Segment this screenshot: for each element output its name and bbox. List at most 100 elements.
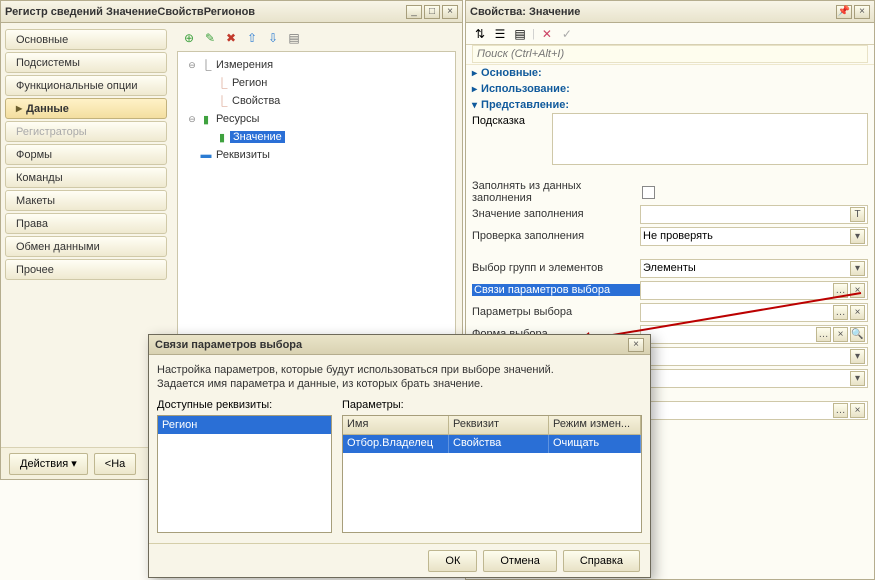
dialog-footer: ОК Отмена Справка xyxy=(149,543,650,577)
dropdown-icon[interactable]: ▾ xyxy=(850,229,865,244)
dots-button[interactable]: … xyxy=(816,327,831,342)
col-name[interactable]: Имя xyxy=(343,416,449,434)
close-button[interactable]: × xyxy=(854,5,870,19)
fill-value-field[interactable]: T xyxy=(640,205,868,224)
delete-icon[interactable]: ✖ xyxy=(223,30,239,46)
sort-icon[interactable]: ⇅ xyxy=(472,26,488,42)
dropdown-icon[interactable]: ▾ xyxy=(850,371,865,386)
section-usage[interactable]: Использование: xyxy=(466,81,874,97)
nav-data-exchange[interactable]: Обмен данными xyxy=(5,236,167,257)
row-fill-value: Значение заполнения T xyxy=(466,203,874,225)
actions-button[interactable]: Действия ▾ xyxy=(9,453,88,475)
dimension-icon: ⎿ xyxy=(214,93,230,109)
categories-icon[interactable]: ☰ xyxy=(492,26,508,42)
dropdown-icon[interactable]: ▾ xyxy=(850,261,865,276)
tree-property[interactable]: ⎿Свойства xyxy=(196,92,453,110)
section-main[interactable]: Основные: xyxy=(466,65,874,81)
dots-button[interactable]: … xyxy=(833,305,848,320)
properties-toolbar: ⇅ ☰ ▤ | ✕ ✓ xyxy=(466,23,874,45)
selection-params-field[interactable]: …× xyxy=(640,303,868,322)
params-grid[interactable]: Имя Реквизит Режим измен... Отбор.Владел… xyxy=(342,415,642,533)
clear-button[interactable]: × xyxy=(850,283,865,298)
clear-button[interactable]: × xyxy=(850,403,865,418)
nav-data[interactable]: Данные xyxy=(5,98,167,119)
tooltip-label: Подсказка xyxy=(472,113,552,165)
nav-registrators: Регистраторы xyxy=(5,121,167,142)
dropdown-icon[interactable]: ▾ xyxy=(850,349,865,364)
nav-main[interactable]: Основные xyxy=(5,29,167,50)
cross-icon[interactable]: ✕ xyxy=(539,26,555,42)
row-fill-check: Проверка заполнения Не проверять▾ xyxy=(466,225,874,247)
clear-button[interactable]: × xyxy=(850,305,865,320)
back-button[interactable]: <На xyxy=(94,453,137,475)
dots-button[interactable]: … xyxy=(833,283,848,298)
check-icon[interactable]: ✓ xyxy=(559,26,575,42)
grid-header: Имя Реквизит Режим измен... xyxy=(343,416,641,435)
attributes-icon: ▬ xyxy=(198,149,214,161)
minimize-button[interactable]: _ xyxy=(406,5,422,19)
tree-attributes[interactable]: ▬Реквизиты xyxy=(180,146,453,164)
dialog-close-button[interactable]: × xyxy=(628,338,644,352)
section-presentation[interactable]: Представление: xyxy=(466,97,874,113)
dimensions-icon: ⎿ xyxy=(198,57,214,73)
col-mode[interactable]: Режим измен... xyxy=(549,416,641,434)
maximize-button[interactable]: □ xyxy=(424,5,440,19)
nav-forms[interactable]: Формы xyxy=(5,144,167,165)
tree-resources[interactable]: ⊖▮Ресурсы xyxy=(180,110,453,128)
type-button[interactable]: T xyxy=(850,207,865,222)
available-item[interactable]: Регион xyxy=(158,416,331,434)
selection-form-field[interactable]: …×🔍 xyxy=(640,325,868,344)
move-up-icon[interactable]: ⇧ xyxy=(244,30,260,46)
tree-value[interactable]: ▮Значение xyxy=(196,128,453,146)
tree-region[interactable]: ⎿Регион xyxy=(196,74,453,92)
search-row xyxy=(466,45,874,65)
ok-button[interactable]: ОК xyxy=(428,550,477,572)
cancel-button[interactable]: Отмена xyxy=(483,550,556,572)
tree-dimensions[interactable]: ⊖⎿Измерения xyxy=(180,56,453,74)
dialog-title: Связи параметров выбора xyxy=(155,339,628,351)
grid-row[interactable]: Отбор.Владелец Свойства Очищать xyxy=(343,435,641,453)
nav-column: Основные Подсистемы Функциональные опции… xyxy=(1,23,171,447)
row-fill-from-data: Заполнять из данных заполнения xyxy=(466,181,874,203)
available-label: Доступные реквизиты: xyxy=(157,399,332,411)
registry-title: Регистр сведений ЗначениеСвойствРегионов xyxy=(5,6,406,18)
nav-subsystems[interactable]: Подсистемы xyxy=(5,52,167,73)
nav-rights[interactable]: Права xyxy=(5,213,167,234)
resource-icon: ▮ xyxy=(214,131,230,144)
close-button[interactable]: × xyxy=(442,5,458,19)
link-params-dialog: Связи параметров выбора × Настройка пара… xyxy=(148,334,651,578)
move-down-icon[interactable]: ⇩ xyxy=(265,30,281,46)
help-button[interactable]: Справка xyxy=(563,550,640,572)
extra-field-1[interactable]: ▾ xyxy=(640,347,868,366)
pin-button[interactable]: 📌 xyxy=(836,5,852,19)
list-icon[interactable]: ▤ xyxy=(286,30,302,46)
row-selection-params: Параметры выбора …× xyxy=(466,301,874,323)
alpha-icon[interactable]: ▤ xyxy=(512,26,528,42)
nav-layouts[interactable]: Макеты xyxy=(5,190,167,211)
col-requisite[interactable]: Реквизит xyxy=(449,416,549,434)
nav-other[interactable]: Прочее xyxy=(5,259,167,280)
registry-titlebar: Регистр сведений ЗначениеСвойствРегионов… xyxy=(1,1,462,23)
available-list[interactable]: Регион xyxy=(157,415,332,533)
fill-check-field[interactable]: Не проверять▾ xyxy=(640,227,868,246)
tree-toolbar: ⊕ ✎ ✖ ⇧ ⇩ ▤ xyxy=(175,27,458,49)
dialog-description: Настройка параметров, которые будут испо… xyxy=(157,363,642,391)
add-icon[interactable]: ⊕ xyxy=(181,30,197,46)
nav-functional-options[interactable]: Функциональные опции xyxy=(5,75,167,96)
clear-button[interactable]: × xyxy=(833,327,848,342)
extra-field-2[interactable]: ▾ xyxy=(640,369,868,388)
search-input[interactable] xyxy=(472,45,868,63)
tooltip-textarea[interactable] xyxy=(552,113,868,165)
group-select-field[interactable]: Элементы▾ xyxy=(640,259,868,278)
search-icon[interactable]: 🔍 xyxy=(850,327,865,342)
link-params-field[interactable]: …× xyxy=(640,281,868,300)
edit-icon[interactable]: ✎ xyxy=(202,30,218,46)
nav-commands[interactable]: Команды xyxy=(5,167,167,188)
fill-from-checkbox[interactable] xyxy=(642,186,655,199)
dots-button[interactable]: … xyxy=(833,403,848,418)
tooltip-group: Подсказка xyxy=(466,113,874,171)
extra-field-3[interactable]: …× xyxy=(640,401,868,420)
resources-icon: ▮ xyxy=(198,113,214,126)
properties-title: Свойства: Значение xyxy=(470,6,836,18)
params-label: Параметры: xyxy=(342,399,642,411)
